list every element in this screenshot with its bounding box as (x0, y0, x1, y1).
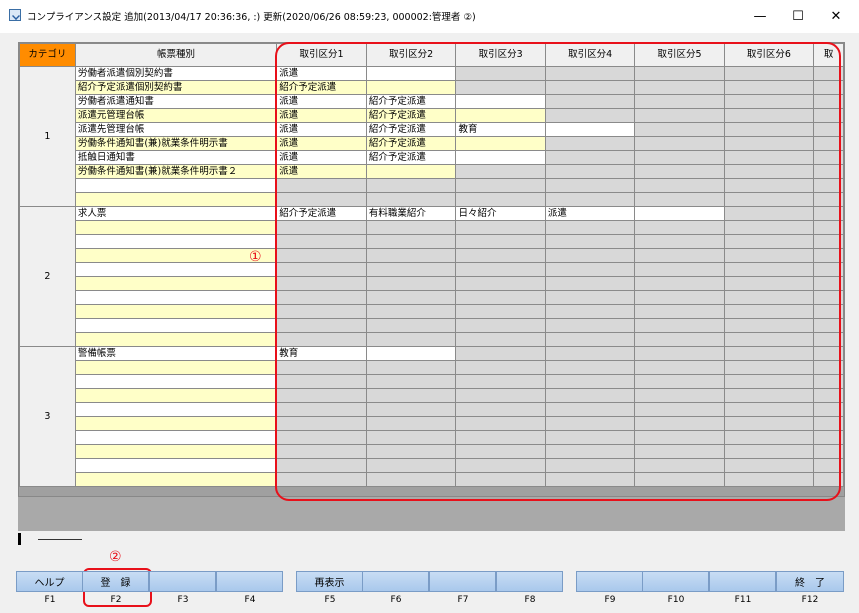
form-type-cell[interactable] (74, 388, 278, 403)
form-type-cell[interactable] (74, 374, 278, 389)
function-key-label: F10 (667, 595, 685, 605)
function-key-f1-button[interactable]: ヘルプ (16, 571, 83, 592)
function-key-label: F4 (244, 595, 256, 605)
status-underline (38, 539, 82, 540)
annotation-box-1 (275, 42, 841, 501)
form-type-cell[interactable] (74, 416, 278, 431)
function-key-f6-button[interactable] (362, 571, 429, 592)
function-key-f3-button[interactable] (149, 571, 216, 592)
function-key-label: F5 (324, 595, 336, 605)
function-key-label: F2 (110, 595, 122, 605)
window-title: コンプライアンス設定 追加(2013/04/17 20:36:36, :) 更新… (27, 12, 476, 23)
form-type-cell[interactable] (74, 360, 278, 375)
form-type-cell[interactable] (74, 430, 278, 445)
form-type-cell[interactable] (74, 332, 278, 347)
header-form-type: 帳票種別 (74, 43, 278, 67)
category-cell[interactable]: 1 (19, 66, 76, 207)
form-type-cell[interactable]: 抵触日通知書 (74, 150, 278, 165)
function-key-label: F6 (390, 595, 402, 605)
form-type-cell[interactable]: 労働条件通知書(兼)就業条件明示書 (74, 136, 278, 151)
status-bar (18, 531, 845, 547)
form-type-cell[interactable] (74, 276, 278, 291)
function-key-label: F8 (524, 595, 536, 605)
status-indicator (18, 533, 21, 545)
form-type-cell[interactable]: 派遣元管理台帳 (74, 108, 278, 123)
form-type-cell[interactable] (74, 402, 278, 417)
app-icon (9, 9, 21, 21)
form-type-cell[interactable] (74, 178, 278, 193)
function-key-f11-button[interactable] (709, 571, 776, 592)
function-key-label: F3 (177, 595, 189, 605)
category-cell[interactable]: 2 (19, 206, 76, 347)
form-type-cell[interactable]: 求人票 (74, 206, 278, 221)
form-type-cell[interactable]: 労働者派遣通知書 (74, 94, 278, 109)
function-key-label: F9 (604, 595, 616, 605)
form-type-cell[interactable] (74, 472, 278, 487)
function-key-bar: ヘルプ登 録 再表示 終 了 (16, 571, 846, 593)
form-type-cell[interactable] (74, 248, 278, 263)
form-type-cell[interactable] (74, 290, 278, 305)
form-type-cell[interactable] (74, 318, 278, 333)
grid-footer-area (18, 497, 845, 531)
function-key-f4-button[interactable] (216, 571, 283, 592)
form-type-cell[interactable]: 派遣先管理台帳 (74, 122, 278, 137)
form-type-cell[interactable] (74, 262, 278, 277)
annotation-label-1: ① (249, 249, 262, 265)
maximize-button[interactable]: ☐ (778, 0, 818, 32)
function-key-label: F12 (801, 595, 819, 605)
annotation-label-2: ② (109, 549, 122, 565)
function-key-f2-button[interactable]: 登 録 (82, 571, 149, 592)
function-key-label: F11 (734, 595, 752, 605)
form-type-cell[interactable]: 労働条件通知書(兼)就業条件明示書２ (74, 164, 278, 179)
function-key-f8-button[interactable] (496, 571, 563, 592)
form-type-cell[interactable]: 警備帳票 (74, 346, 278, 361)
function-key-f10-button[interactable] (642, 571, 709, 592)
form-type-cell[interactable] (74, 220, 278, 235)
function-key-f7-button[interactable] (429, 571, 496, 592)
function-key-label: F1 (44, 595, 56, 605)
form-type-cell[interactable] (74, 234, 278, 249)
category-cell[interactable]: 3 (19, 346, 76, 487)
function-key-f12-button[interactable]: 終 了 (776, 571, 844, 592)
function-key-f9-button[interactable] (576, 571, 643, 592)
form-type-cell[interactable]: 労働者派遣個別契約書 (74, 66, 278, 81)
form-type-cell[interactable] (74, 458, 278, 473)
minimize-button[interactable]: — (740, 0, 780, 32)
function-key-label: F7 (457, 595, 469, 605)
title-bar: コンプライアンス設定 追加(2013/04/17 20:36:36, :) 更新… (0, 0, 859, 33)
form-type-cell[interactable]: 紹介予定派遣個別契約書 (74, 80, 278, 95)
form-type-cell[interactable] (74, 192, 278, 207)
function-key-f5-button[interactable]: 再表示 (296, 571, 363, 592)
form-type-cell[interactable] (74, 304, 278, 319)
header-category: カテゴリ (19, 43, 76, 67)
form-type-cell[interactable] (74, 444, 278, 459)
close-button[interactable]: ✕ (816, 0, 856, 32)
